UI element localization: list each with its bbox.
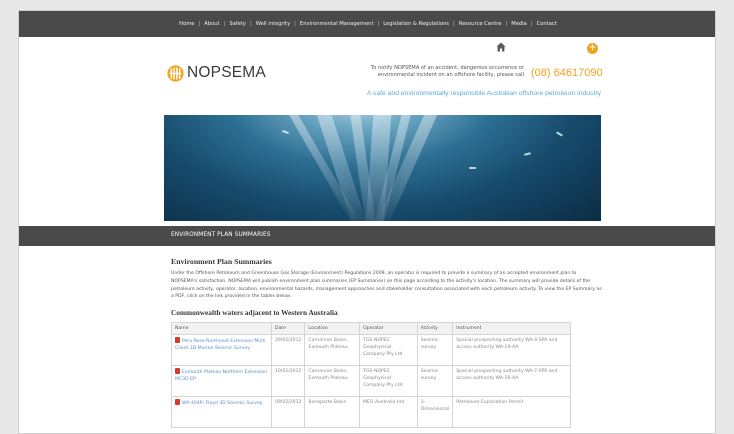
cell-location: Carnarvon Basin, Exmouth Plateau xyxy=(304,365,361,398)
nav-item-safety[interactable]: Safety xyxy=(220,21,246,27)
ep-summary-link[interactable]: WA-404P; Floyd 3D Seismic Survey xyxy=(171,396,272,429)
incident-notice: To notify NOPSEMA of an accident, danger… xyxy=(371,65,524,78)
plus-icon[interactable]: + xyxy=(587,43,598,54)
site-tagline: A safe and environmentally responsible A… xyxy=(366,90,601,97)
nav-item-about[interactable]: About xyxy=(195,21,219,27)
particle xyxy=(555,131,564,137)
cell-activity: Seismic survey xyxy=(416,365,454,398)
underwater-banner-image xyxy=(164,115,601,221)
top-navigation: Home About Safety Well integrity Environ… xyxy=(19,11,715,37)
intro-paragraph: Under the Offshore Petroleum and Greenho… xyxy=(171,271,602,300)
section-title: ENVIRONMENT PLAN SUMMARIES xyxy=(171,232,271,238)
column-header-location: Location xyxy=(304,322,361,336)
page-heading: Environment Plan Summaries xyxy=(171,257,272,266)
nav-item-home[interactable]: Home xyxy=(179,21,194,27)
nav-list: Home About Safety Well integrity Environ… xyxy=(179,21,557,27)
ep-name[interactable]: Peru Rose Northeast Extension Multi Clie… xyxy=(175,339,266,351)
logo-text: NOPSEMA xyxy=(187,64,266,81)
incident-phone[interactable]: (08) 64617090 xyxy=(531,67,603,79)
column-header-date: Date xyxy=(270,322,306,336)
column-header-activity: Activity xyxy=(416,322,454,336)
nav-item-legislation[interactable]: Legislation & Regulations xyxy=(374,21,449,27)
cell-date: 29/02/2012 xyxy=(270,334,306,367)
nopsema-logo-icon xyxy=(167,64,184,82)
nav-item-environmental-management[interactable]: Environmental Management xyxy=(290,21,374,27)
table-header-row: Name Date Location Operator Activity Ins… xyxy=(171,322,571,336)
cell-operator: MEO Australia Ltd xyxy=(359,396,418,429)
table-row: WA-404P; Floyd 3D Seismic Survey 09/02/2… xyxy=(171,396,571,429)
pdf-icon xyxy=(175,368,180,375)
nav-item-well-integrity[interactable]: Well integrity xyxy=(246,21,290,27)
ep-summary-link[interactable]: Peru Rose Northeast Extension Multi Clie… xyxy=(171,334,272,367)
cell-instrument: Special prospecting authority WA-7-SPA a… xyxy=(452,365,571,398)
cell-instrument: Petroleum Exploration Permit xyxy=(452,396,571,429)
ep-summary-table: Name Date Location Operator Activity Ins… xyxy=(171,322,571,429)
table-row: Exmouth Plateau Northern Extension MC3D … xyxy=(171,365,571,398)
nav-item-resource-centre[interactable]: Resource Centre xyxy=(449,21,502,27)
site-header: + NOPSEMA To notify NOPSEMA of an accide… xyxy=(19,37,715,118)
nav-item-contact[interactable]: Contact xyxy=(527,21,557,27)
cell-date: 10/02/2012 xyxy=(270,365,306,398)
home-icon[interactable] xyxy=(496,42,506,52)
cell-instrument: Special prospecting authority WA-4-SPA a… xyxy=(452,334,571,367)
cell-activity: Seismic survey xyxy=(416,334,454,367)
cell-activity: 3-Dimensional xyxy=(416,396,454,429)
pdf-icon xyxy=(175,399,180,406)
particle xyxy=(281,129,290,135)
nav-item-media[interactable]: Media xyxy=(502,21,527,27)
column-header-operator: Operator xyxy=(359,322,418,336)
site-logo[interactable]: NOPSEMA xyxy=(167,64,266,82)
ep-name[interactable]: Exmouth Plateau Northern Extension MC3D … xyxy=(175,370,267,382)
page: Home About Safety Well integrity Environ… xyxy=(18,10,716,434)
main-content: Environment Plan Summaries Under the Off… xyxy=(171,257,603,429)
cell-operator: TGS-NOPEC Geophysical Company Pty Ltd xyxy=(359,334,418,367)
particle xyxy=(469,167,476,169)
table-row: Peru Rose Northeast Extension Multi Clie… xyxy=(171,334,571,367)
cell-date: 09/02/2012 xyxy=(270,396,306,429)
ep-summary-link[interactable]: Exmouth Plateau Northern Extension MC3D … xyxy=(171,365,272,398)
table-heading: Commonwealth waters adjacent to Western … xyxy=(171,308,338,318)
ep-name[interactable]: WA-404P; Floyd 3D Seismic Survey xyxy=(182,401,262,406)
pdf-icon xyxy=(175,337,180,344)
cell-location: Carnarvon Basin, Exmouth Plateau xyxy=(304,334,361,367)
column-header-name: Name xyxy=(171,322,272,336)
column-header-instrument: Instrument xyxy=(452,322,571,336)
cell-operator: TGS-NOPEC Geophysical Company Pty Ltd xyxy=(359,365,418,398)
section-title-bar: ENVIRONMENT PLAN SUMMARIES xyxy=(19,226,715,246)
particle xyxy=(523,152,532,156)
cell-location: Bonaparte Basin xyxy=(304,396,361,429)
